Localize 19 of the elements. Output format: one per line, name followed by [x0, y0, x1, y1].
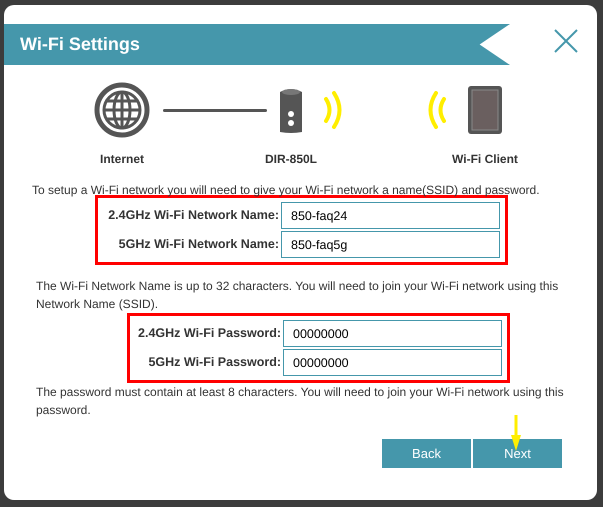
node-label: DIR-850L	[264, 151, 317, 168]
tablet-icon	[467, 85, 503, 135]
node-label: Wi-Fi Client	[452, 151, 518, 168]
router-icon	[279, 86, 303, 134]
help-text: The Wi-Fi Network Name is up to 32 characters. You will need to join your Wi-Fi network using this Network Name (SSID).	[36, 278, 560, 313]
title-banner: Wi-Fi Settings	[4, 24, 510, 65]
text-field[interactable]: 850-faq24	[281, 202, 500, 229]
field-label: 5GHz Wi-Fi Password:	[148, 354, 281, 372]
field-label: 2.4GHz Wi-Fi Network Name:	[108, 207, 279, 224]
globe-icon	[94, 82, 150, 138]
text-field[interactable]: 850-faq5g	[281, 231, 500, 258]
text-field[interactable]: 00000000	[283, 349, 502, 376]
node-label: Internet	[100, 151, 144, 168]
field-label: 5GHz Wi-Fi Network Name:	[118, 236, 279, 254]
field-label: 2.4GHz Wi-Fi Password:	[138, 325, 281, 342]
intro-text: To setup a Wi-Fi network you will need to give your Wi-Fi network a name(SSID) and password.	[32, 182, 541, 199]
close-icon[interactable]	[554, 29, 578, 53]
text-field[interactable]: 00000000	[283, 320, 502, 347]
help-text: The password must contain at least 8 characters. You will need to join your Wi-Fi network using this password.	[36, 384, 565, 419]
